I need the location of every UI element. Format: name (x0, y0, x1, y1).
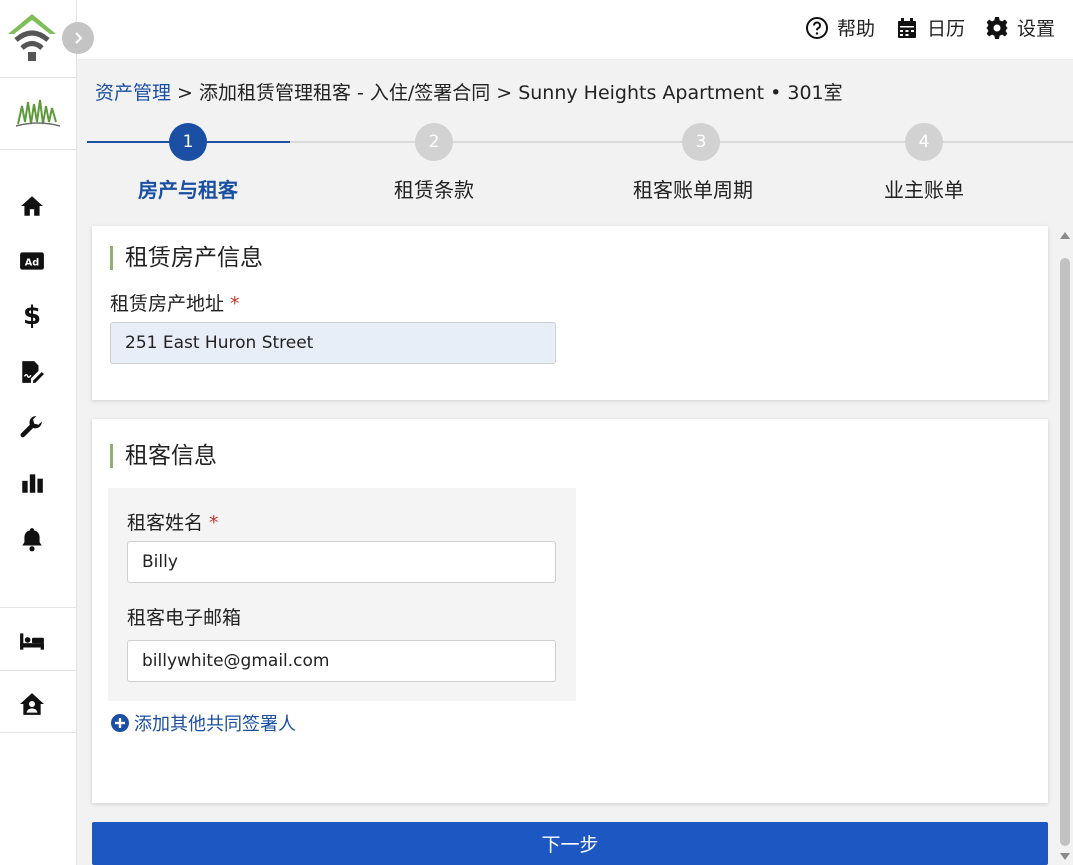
nav-owners[interactable] (0, 684, 64, 724)
vertical-scrollbar[interactable] (1058, 226, 1072, 864)
house-user-icon (20, 693, 44, 715)
step-2-label[interactable]: 租赁条款 (394, 174, 474, 203)
nav-finance[interactable]: $ (0, 296, 64, 336)
ad-icon: Ad (20, 252, 44, 270)
sidebar-collapse-button[interactable] (62, 22, 94, 54)
nav-lease-sign[interactable] (0, 352, 64, 392)
chevron-right-icon (75, 32, 83, 44)
step-3-indicator[interactable]: 3 (682, 123, 720, 161)
step-2-indicator[interactable]: 2 (415, 123, 453, 161)
property-address-input[interactable]: 251 East Huron Street (110, 322, 556, 364)
step-1-indicator[interactable]: 1 (169, 123, 207, 161)
step-3-label[interactable]: 租客账单周期 (633, 174, 753, 203)
help-label: 帮助 (836, 18, 875, 40)
tenant-name-label: 租客姓名 * (127, 508, 219, 535)
tenant-section-title: 租客信息 (110, 444, 217, 468)
calendar-icon (897, 17, 916, 38)
wrench-icon (20, 416, 42, 438)
scroll-up-arrow-icon[interactable] (1060, 232, 1070, 239)
breadcrumb: 资产管理 > 添加租赁管理租客 - 入住/签署合同 > Sunny Heights Ap… (95, 78, 843, 105)
sidebar: Ad $ (0, 0, 77, 865)
property-address-label: 租赁房产地址 * (110, 289, 240, 316)
required-mark: * (209, 512, 219, 534)
settings-label: 设置 (1016, 18, 1055, 40)
progress-stepper: 1 2 3 4 房产与租客 租赁条款 租客账单周期 业主账单 (77, 120, 1073, 210)
tenant-name-input[interactable]: Billy (127, 541, 556, 583)
property-section-title: 租赁房产信息 (110, 246, 263, 270)
brand-logo (0, 78, 76, 150)
nav-notifications[interactable] (0, 519, 64, 559)
divider (0, 732, 77, 733)
home-icon (21, 196, 43, 216)
scroll-down-arrow-icon[interactable] (1060, 853, 1070, 860)
nav-ads[interactable]: Ad (0, 241, 64, 281)
step-4-indicator[interactable]: 4 (905, 123, 943, 161)
top-actions: 帮助 日历 设置 (805, 14, 1055, 41)
property-info-card: 租赁房产信息 租赁房产地址 * 251 East Huron Street (92, 226, 1048, 400)
tenant-email-input[interactable]: billywhite@gmail.com (127, 640, 556, 682)
brand-sketch-icon (15, 99, 61, 127)
property-address-label-text: 租赁房产地址 (110, 293, 225, 315)
nav-units[interactable] (0, 621, 64, 661)
breadcrumb-current: Sunny Heights Apartment • 301室 (518, 82, 843, 104)
top-bar: 帮助 日历 设置 (77, 0, 1073, 60)
plus-circle-icon (111, 714, 129, 732)
bed-icon (20, 633, 44, 650)
settings-button[interactable]: 设置 (985, 14, 1055, 41)
divider (0, 670, 77, 671)
breadcrumb-middle: 添加租赁管理租客 - 入住/签署合同 (198, 82, 491, 104)
help-button[interactable]: 帮助 (805, 14, 875, 41)
calendar-button[interactable]: 日历 (895, 14, 965, 41)
tenant-name-label-text: 租客姓名 (127, 512, 204, 534)
tenant-info-card: 租客信息 租客姓名 * Billy 租客电子邮箱 billywhite@gmail… (92, 419, 1048, 803)
calendar-label: 日历 (926, 18, 965, 40)
scrollbar-thumb[interactable] (1060, 258, 1070, 846)
step-1-label[interactable]: 房产与租客 (138, 174, 238, 203)
nav-maintenance[interactable] (0, 408, 64, 448)
next-step-button[interactable]: 下一步 (92, 822, 1048, 865)
bar-chart-icon (22, 474, 43, 493)
help-icon (805, 16, 828, 39)
house-wifi-logo-icon (8, 14, 56, 61)
tenant-email-label: 租客电子邮箱 (127, 607, 242, 629)
tenant-fields-box: 租客姓名 * Billy 租客电子邮箱 billywhite@gmail.com (108, 488, 576, 701)
svg-text:Ad: Ad (25, 257, 40, 268)
gear-icon (985, 16, 1008, 39)
required-mark: * (230, 293, 240, 315)
nav-home[interactable] (0, 186, 64, 226)
add-cosigner-label: 添加其他共同签署人 (134, 714, 296, 735)
sign-document-icon (22, 361, 44, 383)
breadcrumb-separator: > (496, 82, 513, 104)
bell-icon (22, 528, 42, 552)
breadcrumb-root-link[interactable]: 资产管理 (95, 82, 171, 104)
step-4-label[interactable]: 业主账单 (884, 174, 964, 203)
nav-reports[interactable] (0, 463, 64, 503)
breadcrumb-separator: > (177, 82, 193, 104)
dollar-icon: $ (22, 301, 42, 331)
divider (0, 607, 77, 608)
add-cosigner-link[interactable]: 添加其他共同签署人 (110, 710, 296, 736)
